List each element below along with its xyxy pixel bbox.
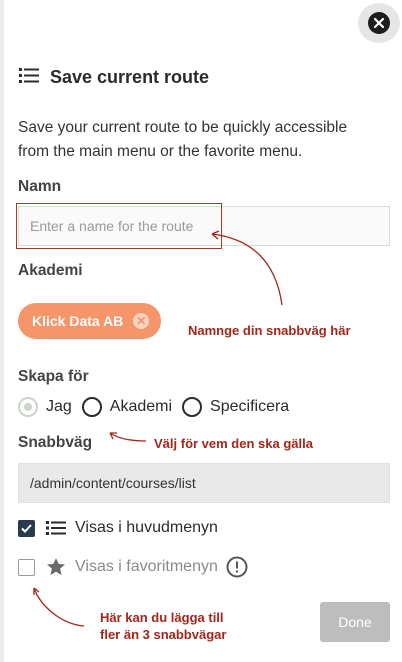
annotation-favorite-hint-1: Här kan du lägga till <box>100 610 224 625</box>
annotation-favorite-hint-2: fler än 3 snabbvägar <box>100 627 227 642</box>
annotation-name-hint: Namnge din snabbväg här <box>188 323 351 338</box>
annotation-who-hint: Välj för vem den ska gälla <box>154 436 313 451</box>
